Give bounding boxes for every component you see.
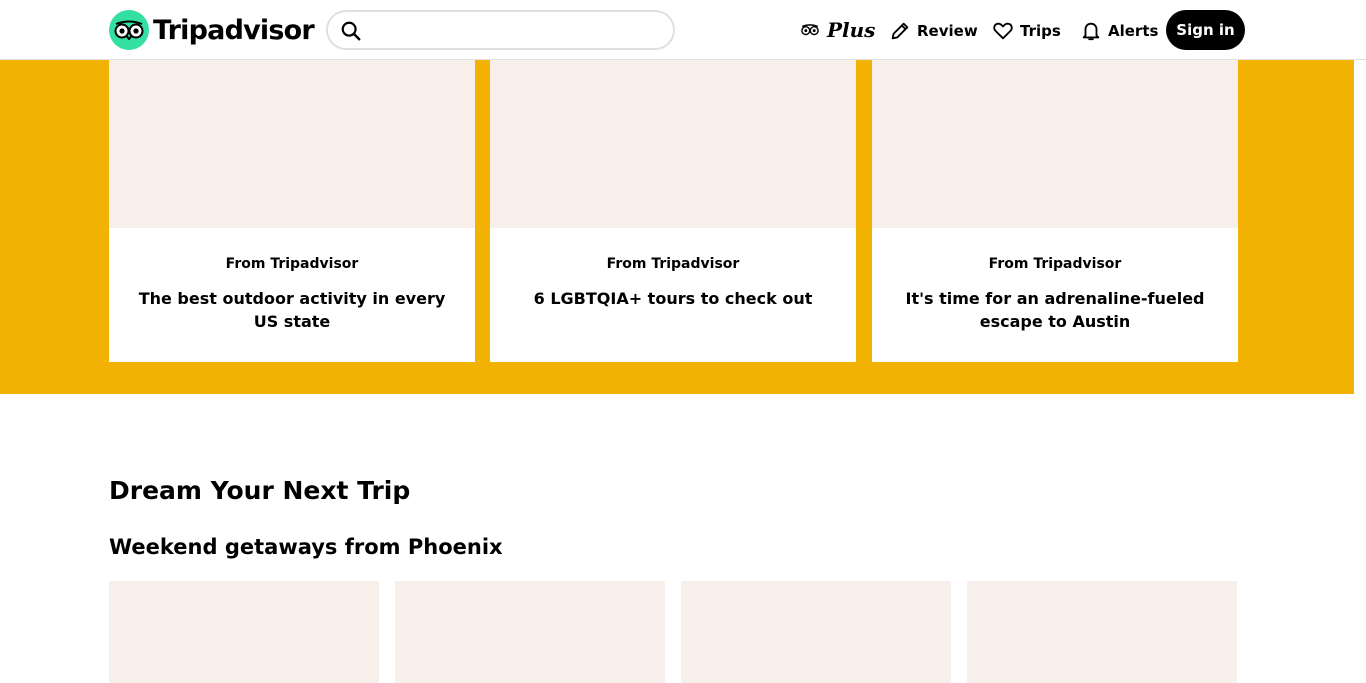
article-title[interactable]: The best outdoor activity in every US st… bbox=[137, 287, 447, 333]
review-link[interactable]: Review bbox=[889, 16, 978, 46]
getaway-tile[interactable] bbox=[395, 581, 665, 683]
logo-wordmark: Tripadvisor bbox=[153, 14, 315, 46]
plus-label: Plus bbox=[827, 18, 876, 42]
article-title[interactable]: It's time for an adrenaline-fueled escap… bbox=[900, 287, 1210, 333]
alerts-link[interactable]: Alerts bbox=[1080, 16, 1158, 46]
section-subtitle: Weekend getaways from Phoenix bbox=[109, 535, 503, 559]
trips-label: Trips bbox=[1020, 22, 1061, 40]
plus-owl-icon bbox=[801, 24, 819, 36]
article-source: From Tripadvisor bbox=[225, 256, 359, 272]
pencil-icon bbox=[891, 22, 909, 40]
owl-logo-icon bbox=[109, 10, 149, 50]
alerts-label: Alerts bbox=[1108, 22, 1159, 40]
getaway-tile[interactable] bbox=[109, 581, 379, 683]
article-source: From Tripadvisor bbox=[606, 256, 740, 272]
plus-link[interactable]: Plus bbox=[801, 15, 875, 45]
tripadvisor-logo[interactable]: Tripadvisor bbox=[109, 10, 315, 50]
search-input[interactable] bbox=[372, 18, 662, 42]
search-icon bbox=[341, 21, 361, 41]
trips-link[interactable]: Trips bbox=[992, 16, 1061, 46]
bell-icon bbox=[1082, 22, 1100, 41]
section-title: Dream Your Next Trip bbox=[109, 476, 411, 505]
review-label: Review bbox=[917, 22, 978, 40]
getaway-tile[interactable] bbox=[967, 581, 1237, 683]
article-title[interactable]: 6 LGBTQIA+ tours to check out bbox=[518, 287, 828, 310]
page-scrollbar[interactable] bbox=[1354, 0, 1366, 683]
sign-in-button[interactable]: Sign in bbox=[1166, 10, 1245, 50]
heart-icon bbox=[993, 22, 1013, 40]
getaway-tile[interactable] bbox=[681, 581, 951, 683]
article-source: From Tripadvisor bbox=[988, 256, 1122, 272]
top-header: Tripadvisor Plus Review Trips Alerts Sig… bbox=[0, 0, 1366, 60]
search-bar[interactable] bbox=[326, 10, 675, 50]
